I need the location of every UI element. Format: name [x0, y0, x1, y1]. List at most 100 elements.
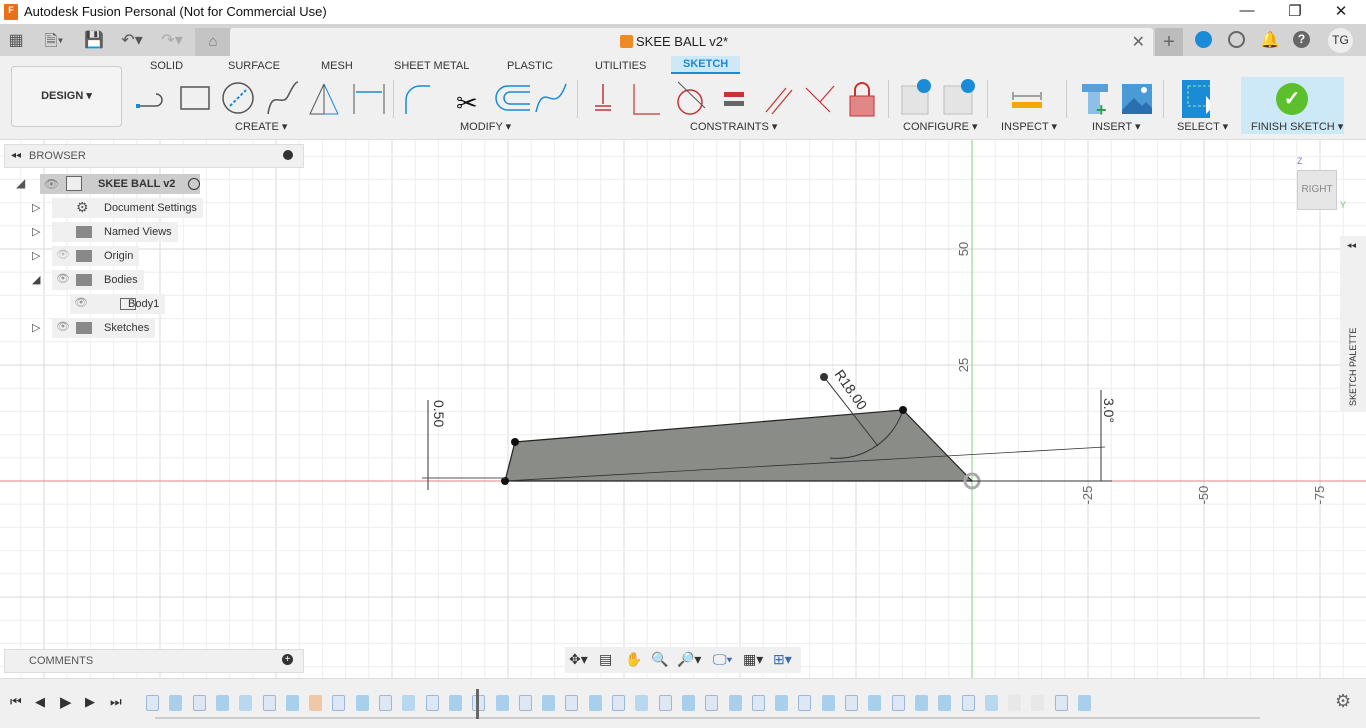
expand-icon[interactable]: ▷ [32, 201, 40, 214]
maximize-button[interactable]: ❐ [1280, 2, 1310, 22]
expand-icon[interactable]: ▷ [32, 321, 40, 334]
tab-solid[interactable]: SOLID [150, 60, 183, 72]
visibility-eye-icon[interactable]: 👁 [74, 296, 88, 309]
timeline-revolve-feature[interactable] [239, 695, 253, 711]
timeline-first-icon[interactable]: ⏮ [10, 694, 22, 710]
timeline-settings-gear-icon[interactable]: ⚙ [1335, 691, 1351, 712]
timeline-body-feature[interactable] [448, 695, 462, 711]
tab-surface[interactable]: SURFACE [228, 60, 280, 72]
finish-sketch-button[interactable]: ✓ FINISH SKETCH ▾ [1241, 77, 1344, 134]
save-icon[interactable]: 💾 [83, 30, 105, 50]
timeline-revolve-feature[interactable] [984, 695, 998, 711]
pan-hand-icon[interactable]: ✋ [625, 651, 642, 668]
timeline-loft-feature[interactable] [309, 695, 323, 711]
collapse-browser-icon[interactable]: ◂◂ [11, 150, 21, 161]
timeline-body-feature[interactable] [588, 695, 602, 711]
help-icon[interactable]: ? [1293, 31, 1310, 48]
grid-settings-icon[interactable]: ▦▾ [743, 651, 763, 668]
timeline-next-icon[interactable]: ▶ [85, 694, 95, 710]
minimize-button[interactable]: — [1232, 2, 1262, 22]
modify-menu[interactable]: MODIFY ▾ [460, 120, 511, 133]
timeline-sketch-feature[interactable] [192, 695, 206, 711]
browser-minimize-icon[interactable] [283, 150, 293, 160]
timeline-body-feature[interactable] [775, 695, 789, 711]
timeline-body-feature[interactable] [285, 695, 299, 711]
timeline-play-icon[interactable]: ▶ [60, 693, 72, 711]
extensions-icon[interactable] [1195, 31, 1212, 48]
sketch-viewport[interactable]: 50 25 -25 -50 -75 0.50 R18.00 3.0° [0, 140, 1366, 678]
select-menu[interactable]: SELECT ▾ [1177, 120, 1228, 133]
visibility-eye-icon[interactable]: 👁 [56, 272, 70, 285]
display-settings-icon[interactable]: 🖵▾ [713, 651, 732, 668]
timeline-body-feature[interactable] [542, 695, 556, 711]
expand-icon[interactable]: ▷ [32, 225, 40, 238]
workspace-switcher[interactable]: DESIGN ▾ [11, 66, 122, 127]
timeline-body-feature[interactable] [1078, 695, 1091, 711]
insert-menu[interactable]: INSERT ▾ [1092, 120, 1141, 133]
apps-grid-icon[interactable]: ▦ [5, 30, 27, 50]
tab-sheet-metal[interactable]: SHEET METAL [394, 60, 469, 72]
tab-sketch[interactable]: SKETCH [671, 56, 741, 74]
timeline-sketch-feature[interactable] [961, 695, 975, 711]
activate-component-icon[interactable] [188, 178, 200, 190]
viewports-icon[interactable]: ⊞▾ [773, 651, 792, 668]
tab-mesh[interactable]: MESH [321, 60, 353, 72]
timeline-marker[interactable] [476, 689, 479, 719]
timeline-body-feature[interactable] [495, 695, 509, 711]
job-status-clock-icon[interactable] [1228, 31, 1245, 48]
timeline-body-feature[interactable] [169, 695, 183, 711]
timeline-body-feature[interactable] [215, 695, 229, 711]
timeline-sketch-feature[interactable] [798, 695, 812, 711]
timeline-sketch-feature[interactable] [1054, 695, 1068, 711]
inspect-menu[interactable]: INSPECT ▾ [1001, 120, 1057, 133]
timeline-body-feature[interactable] [821, 695, 835, 711]
expand-root-icon[interactable]: ◢ [16, 176, 25, 190]
timeline-sketch-feature[interactable] [658, 695, 672, 711]
visibility-eye-icon[interactable]: 👁 [56, 248, 70, 261]
orbit-icon[interactable]: ✥▾ [569, 651, 588, 668]
timeline-body-feature[interactable] [355, 695, 369, 711]
timeline-sketch-feature[interactable] [425, 695, 439, 711]
file-menu-icon[interactable]: 🗎▾ [38, 30, 70, 50]
timeline-sketch-feature[interactable] [612, 695, 625, 711]
timeline-body-feature[interactable] [681, 695, 695, 711]
timeline-sketch-feature[interactable] [705, 695, 719, 711]
view-cube[interactable]: RIGHT [1297, 170, 1337, 210]
close-tab-icon[interactable]: ✕ [1132, 32, 1145, 52]
timeline-fillet-feature[interactable] [1008, 695, 1022, 711]
sketch-palette-tab[interactable]: ◂◂ SKETCH PALETTE [1340, 236, 1366, 412]
browser-panel-header[interactable]: ◂◂ BROWSER [4, 144, 304, 168]
close-button[interactable]: ✕ [1326, 2, 1356, 22]
zoom-icon[interactable]: 🔍 [651, 651, 668, 668]
timeline-sketch-feature[interactable] [845, 695, 858, 711]
timeline-sketch-feature[interactable] [379, 695, 392, 711]
expand-icon[interactable]: ▷ [32, 249, 40, 262]
tab-plastic[interactable]: PLASTIC [507, 60, 553, 72]
create-menu[interactable]: CREATE ▾ [235, 120, 287, 133]
fit-zoom-icon[interactable]: 🔎▾ [677, 651, 701, 668]
timeline-sketch-feature[interactable] [751, 695, 765, 711]
timeline-sketch-feature[interactable] [146, 695, 159, 711]
timeline-revolve-feature[interactable] [635, 695, 649, 711]
browser-root[interactable]: SKEE BALL v2 [40, 174, 200, 194]
notifications-bell-icon[interactable]: 🔔 [1259, 30, 1281, 50]
timeline-revolve-feature[interactable] [402, 695, 416, 711]
expand-palette-icon[interactable]: ◂◂ [1347, 240, 1356, 251]
add-comment-icon[interactable]: + [282, 654, 293, 665]
timeline-sketch-feature[interactable] [518, 695, 532, 711]
timeline-body-feature[interactable] [728, 695, 742, 711]
redo-icon[interactable]: ↷▾ [156, 30, 188, 50]
timeline-body-feature[interactable] [868, 695, 882, 711]
document-tab[interactable]: SKEE BALL v2* ✕ [230, 28, 1153, 56]
timeline-sketch-feature[interactable] [565, 695, 579, 711]
constraints-menu[interactable]: CONSTRAINTS ▾ [690, 120, 777, 133]
configure-menu[interactable]: CONFIGURE ▾ [903, 120, 978, 133]
home-icon[interactable]: ⌂ [195, 28, 231, 56]
undo-icon[interactable]: ↶▾ [116, 30, 148, 50]
timeline-sketch-feature[interactable] [891, 695, 905, 711]
tab-utilities[interactable]: UTILITIES [595, 60, 646, 72]
new-tab-button[interactable]: + [1155, 28, 1183, 56]
timeline-last-icon[interactable]: ⏭ [110, 694, 122, 710]
timeline-previous-icon[interactable]: ◀ [35, 694, 45, 710]
comments-panel[interactable]: COMMENTS + [4, 649, 304, 673]
